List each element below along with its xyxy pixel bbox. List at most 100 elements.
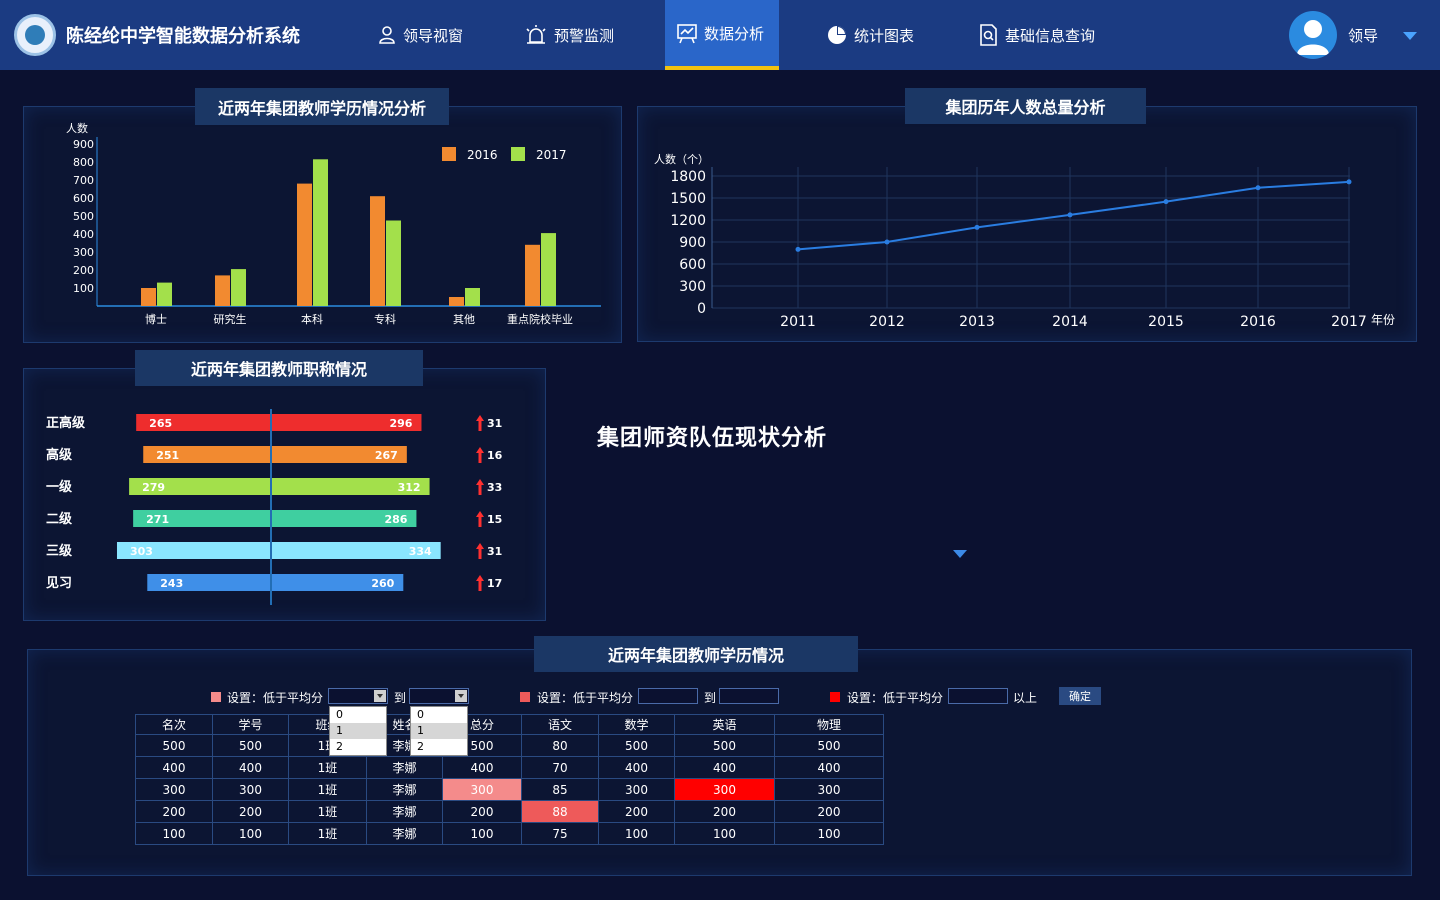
table-row[interactable]: 400 400 1班 李娜 400 70 400 400 400 [135,756,884,779]
table-row[interactable]: 300 300 1班 李娜 300 85 300 300 300 [135,778,884,801]
chevron-down-icon[interactable] [455,690,467,702]
filter-from-input[interactable] [638,688,698,704]
table-cell: 70 [521,756,599,779]
nav-data-analysis[interactable]: 数据分析 [665,0,779,70]
category-label: 高级 [46,447,73,463]
table-cell: 李娜 [366,800,443,823]
x-tick-label: 2017 [1331,314,1367,330]
panel-title: 近两年集团教师职称情况 [135,350,423,386]
data-point [884,239,890,245]
nav-label: 数据分析 [704,24,765,43]
increase-arrow-icon [476,415,484,431]
column-header[interactable]: 数学 [598,714,675,735]
up-arrow-icon [476,447,484,463]
table-cell: 300 [598,778,675,801]
category-label: 见习 [46,576,72,591]
nav-label: 预警监测 [554,26,615,45]
table-row[interactable]: 200 200 1班 李娜 200 88 200 200 200 [135,800,884,823]
table-cell: 400 [674,756,775,779]
table-cell: 李娜 [366,778,443,801]
x-tick-label: 2012 [869,314,905,330]
dropdown-option[interactable]: 2 [411,739,467,755]
table-cell: 1班 [288,778,367,801]
data-point [1163,199,1169,205]
dropdown-option[interactable]: 2 [330,739,386,755]
bar-2016-其他 [449,297,464,306]
table-cell: 500 [774,734,884,757]
table-cell: 李娜 [366,756,443,779]
table-cell: 100 [598,822,675,845]
data-label: 296 [390,417,413,430]
dropdown-option[interactable]: 1 [330,723,386,739]
bar-2017-博士 [157,282,172,306]
filter-to-input[interactable] [719,688,779,704]
table-cell: 75 [521,822,599,845]
chevron-down-icon[interactable] [374,690,386,702]
column-header[interactable]: 物理 [774,714,884,735]
data-point [1067,212,1073,218]
nav-warning-monitor[interactable]: 预警监测 [524,0,614,70]
filter-to-label: 到 [704,691,717,705]
data-label: 334 [409,545,432,558]
data-label: 243 [160,577,183,590]
user-menu-caret-icon[interactable] [1403,32,1417,40]
data-point [1346,179,1352,185]
table-cell: 100 [674,822,775,845]
increase-value: 33 [487,481,502,494]
user-name[interactable]: 领导 [1348,25,1378,46]
filter-label: 设置：低于平均分 [847,691,944,705]
data-label: 286 [384,513,407,526]
y-tick-label: 700 [73,174,94,187]
x-tick-label: 2014 [1052,314,1088,330]
column-header[interactable]: 语文 [521,714,599,735]
bar-2017-研究生 [231,269,246,306]
alarm-icon [526,25,546,44]
table-cell: 200 [674,800,775,823]
dropdown-option[interactable]: 0 [411,707,467,723]
table-cell: 500 [598,734,675,757]
filter-threshold-input[interactable] [948,688,1008,704]
table-cell: 1班 [288,756,367,779]
y-tick-label: 600 [73,192,94,205]
data-label: 303 [130,545,153,558]
y-tick-label: 200 [73,264,94,277]
column-header[interactable]: 学号 [212,714,289,735]
nav-basic-info-query[interactable]: 基础信息查询 [977,0,1095,70]
table-cell: 80 [521,734,599,757]
bar-2017-重点院校毕业 [541,233,556,306]
confirm-button[interactable]: 确定 [1059,687,1101,705]
analysis-icon [677,24,697,44]
x-tick-label: 2011 [780,314,816,330]
filter-to-select[interactable] [409,688,469,704]
y-tick-label: 300 [73,246,94,259]
filter-to-label: 到 [394,691,407,705]
y-tick-label: 400 [73,228,94,241]
table-row[interactable]: 500 500 1班 李娜 500 80 500 500 500 [135,734,884,757]
data-point [974,224,980,230]
nav-leader-view[interactable]: 领导视窗 [377,0,463,70]
school-logo [14,14,56,56]
filter-from-select[interactable] [328,688,388,704]
increase-arrow-icon [476,543,484,559]
column-header[interactable]: 英语 [674,714,775,735]
table-cell: 200 [135,800,213,823]
column-header[interactable]: 名次 [135,714,213,735]
highlight-color-swatch [830,692,840,702]
dropdown-option[interactable]: 0 [330,707,386,723]
dropdown-option[interactable]: 1 [411,723,467,739]
table-cell: 400 [598,756,675,779]
increase-arrow-icon [476,447,484,463]
bar-2017-专科 [386,220,401,306]
filter-label: 设置：低于平均分 [227,691,324,705]
table-cell: 300 [674,778,775,801]
education-chart-panel: 人数 100 200 300 400 500 600 700 800 900 博士 研究生 本科 专科 其他… [23,106,622,343]
user-avatar-icon [1297,20,1329,55]
expand-arrow-icon[interactable] [953,550,967,558]
x-tick-label: 重点院校毕业 [507,312,573,326]
user-avatar[interactable] [1289,11,1337,59]
nav-statistics-charts[interactable]: 统计图表 [826,0,914,70]
document-search-icon [980,24,997,46]
table-header-row: 名次 学号 班级 姓名 总分 语文 数学 英语 物理 [135,714,884,735]
nav-label: 基础信息查询 [1005,26,1096,45]
table-row[interactable]: 100 100 1班 李娜 100 75 100 100 100 [135,822,884,845]
